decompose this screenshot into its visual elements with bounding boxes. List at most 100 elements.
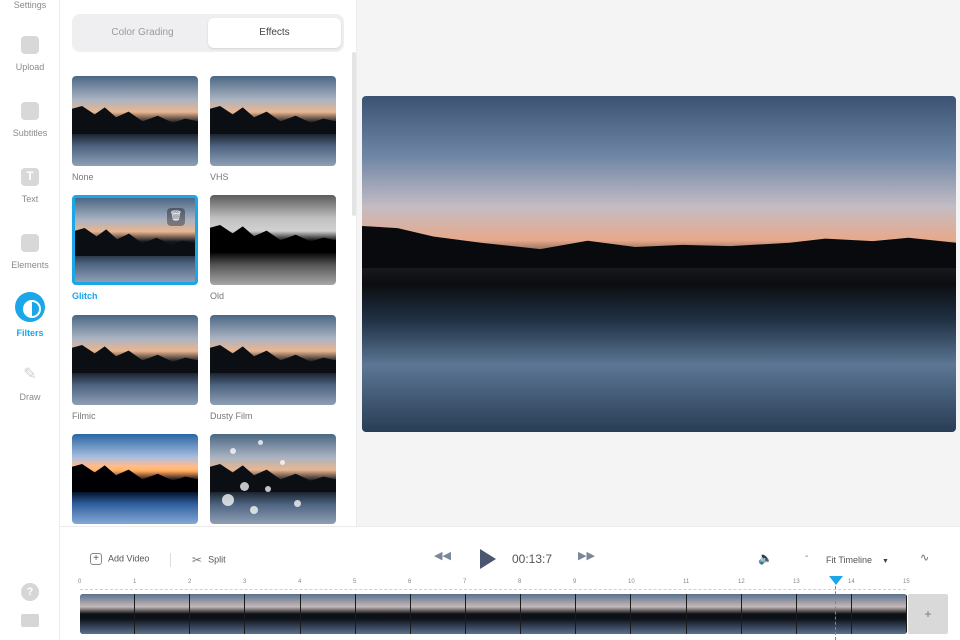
filter-label: Glitch (72, 291, 98, 301)
filmstrip-frame (300, 594, 356, 634)
ruler-tick: 6 (408, 579, 412, 585)
filmstrip-frame (851, 594, 907, 634)
ruler-tick: 8 (518, 579, 522, 585)
upload-icon (21, 36, 39, 54)
filter-label: VHS (210, 172, 229, 182)
filter-tile-old[interactable]: Old (210, 195, 336, 301)
rail-label-text: Text (21, 194, 39, 204)
tab-color-grading[interactable]: Color Grading (76, 18, 209, 48)
rail-item-upload[interactable]: Upload (0, 36, 60, 72)
panel-scrollbar[interactable] (352, 52, 356, 216)
split-button[interactable]: ✂ Split (192, 553, 226, 567)
filter-tile-unlabeled-1[interactable] (72, 434, 198, 524)
filter-tile-vhs[interactable]: VHS (210, 76, 336, 182)
playhead[interactable] (829, 576, 843, 640)
rewind-button[interactable]: ◀◀ (434, 549, 451, 562)
scissors-icon: ✂ (192, 553, 203, 567)
add-track-button[interactable]: + (908, 594, 948, 634)
filmstrip-frame (521, 594, 577, 634)
left-rail: Settings Upload Subtitles Text Elements … (0, 0, 60, 640)
rail-item-subtitles[interactable]: Subtitles (0, 102, 60, 138)
filter-tile-glitch[interactable]: 🗑 Glitch (72, 195, 198, 301)
filmstrip-frame (410, 594, 466, 634)
rail-item-text[interactable]: Text (0, 168, 60, 204)
draw-icon: ✎ (23, 366, 37, 383)
ruler-tick: 14 (848, 579, 855, 585)
delete-icon[interactable]: 🗑 (167, 208, 185, 226)
filter-label: Filmic (72, 411, 96, 421)
filter-tile-unlabeled-2[interactable] (210, 434, 336, 524)
filter-thumbnail (72, 434, 198, 524)
rail-item-draw[interactable]: ✎ Draw (0, 366, 60, 402)
filter-tile-filmic[interactable]: Filmic (72, 315, 198, 421)
rail-label-settings: Settings (13, 0, 47, 10)
filter-thumbnail (210, 315, 336, 405)
filmstrip-frame (355, 594, 411, 634)
help-icon[interactable]: ? (21, 583, 39, 601)
fit-timeline-select[interactable]: Fit Timeline ▼ (826, 555, 889, 565)
filmstrip-frame (190, 594, 246, 634)
rail-item-elements[interactable]: Elements (0, 234, 60, 270)
ruler-tick: 7 (463, 579, 467, 585)
filter-tab-switch: Color Grading Effects (72, 14, 344, 52)
rail-label-elements: Elements (11, 260, 49, 270)
video-track[interactable] (80, 594, 907, 634)
filmstrip-frame (796, 594, 852, 634)
play-icon[interactable] (480, 549, 496, 569)
filter-label: Old (210, 291, 225, 301)
forward-button[interactable]: ▶▶ (578, 549, 595, 562)
playhead-handle[interactable] (829, 576, 843, 585)
ruler-tick: 9 (573, 579, 577, 585)
rail-label-filters: Filters (16, 328, 44, 338)
keyboard-icon[interactable] (21, 614, 39, 627)
filter-tile-none[interactable]: None (72, 76, 198, 182)
filter-thumbnail (210, 76, 336, 166)
text-icon (21, 168, 39, 186)
tab-effects[interactable]: Effects (208, 18, 341, 48)
fit-timeline-label: Fit Timeline (826, 555, 873, 565)
ruler-tick: 15 (903, 579, 910, 585)
preview-treeline (362, 226, 956, 268)
rail-label-upload: Upload (15, 62, 45, 72)
ruler-tick: 13 (793, 579, 800, 585)
ruler-tick: 0 (78, 579, 82, 585)
filter-thumbnail (72, 76, 198, 166)
ruler-tick: 11 (683, 579, 690, 585)
rail-item-settings[interactable]: Settings (0, 0, 60, 10)
filter-thumbnail: 🗑 (72, 195, 198, 285)
zoom-out-button[interactable]: - (805, 551, 808, 562)
ruler-tick: 3 (243, 579, 247, 585)
filter-tile-dusty-film[interactable]: Dusty Film (210, 315, 336, 421)
ruler-tick: 1 (133, 579, 137, 585)
waveform-icon[interactable]: ∿ (920, 551, 929, 564)
timeline-panel: + Add Video ✂ Split ◀◀ 00:13:7 ▶▶ 🔈 - Fit … (60, 526, 960, 640)
video-preview[interactable] (362, 96, 956, 432)
filter-thumbnail (210, 195, 336, 285)
rail-label-subtitles: Subtitles (12, 128, 48, 138)
ruler-tick: 2 (188, 579, 192, 585)
rail-item-filters[interactable]: Filters (0, 292, 60, 338)
filter-thumbnail (210, 434, 336, 524)
forward-icon: ▶▶ (578, 550, 595, 562)
filmstrip-frame (686, 594, 742, 634)
timeline-ruler: 0 1 2 3 4 5 6 7 8 9 10 11 12 13 14 15 (78, 579, 910, 593)
add-video-button[interactable]: + Add Video (90, 553, 149, 565)
filmstrip-frame (135, 594, 191, 634)
volume-icon[interactable]: 🔈 (758, 551, 773, 565)
filter-thumbnail (72, 315, 198, 405)
filmstrip-frame (741, 594, 797, 634)
rewind-icon: ◀◀ (434, 550, 451, 562)
filmstrip-frame (80, 594, 136, 634)
timecode: 00:13:7 (512, 552, 553, 566)
filmstrip-frame (465, 594, 522, 634)
ruler-tick: 4 (298, 579, 302, 585)
subtitles-icon (21, 102, 39, 120)
filmstrip-frame (245, 594, 301, 634)
ruler-tick: 5 (353, 579, 357, 585)
ruler-tick: 12 (738, 579, 745, 585)
filter-label: None (72, 172, 94, 182)
elements-icon (21, 234, 39, 252)
plus-icon: + (90, 553, 102, 565)
split-label: Split (208, 554, 226, 565)
filters-icon (15, 292, 45, 322)
